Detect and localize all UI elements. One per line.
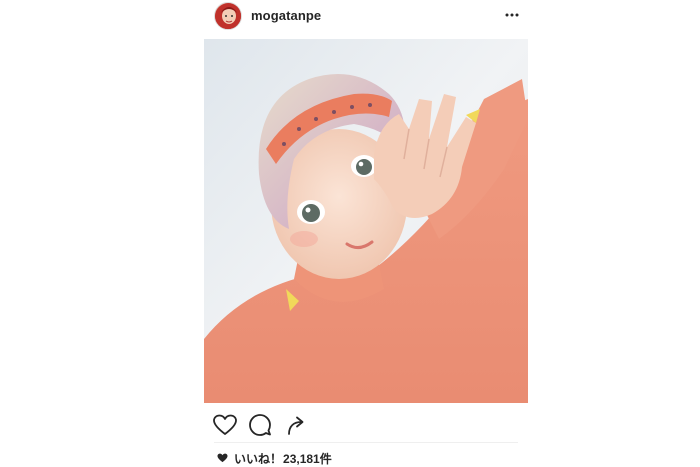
- comment-icon[interactable]: [247, 412, 273, 438]
- heart-filled-icon: [217, 453, 228, 463]
- heart-icon[interactable]: [212, 412, 238, 438]
- avatar-image: [215, 3, 241, 29]
- photo-selfie-image: [204, 39, 528, 403]
- username[interactable]: mogatanpe: [251, 8, 321, 23]
- more-options-icon[interactable]: [504, 4, 520, 26]
- divider: [214, 442, 518, 443]
- post-actions: [204, 408, 528, 442]
- post-photo[interactable]: [204, 39, 528, 403]
- likes-count[interactable]: いいね！ 23,181件: [217, 449, 332, 467]
- share-icon[interactable]: [284, 412, 310, 438]
- avatar[interactable]: [214, 2, 242, 30]
- likes-label: いいね！: [234, 451, 283, 466]
- instagram-post: mogatanpe いいね！ 23,181件: [0, 0, 700, 467]
- post-header: mogatanpe: [204, 0, 528, 38]
- likes-number: 23,181件: [283, 451, 332, 466]
